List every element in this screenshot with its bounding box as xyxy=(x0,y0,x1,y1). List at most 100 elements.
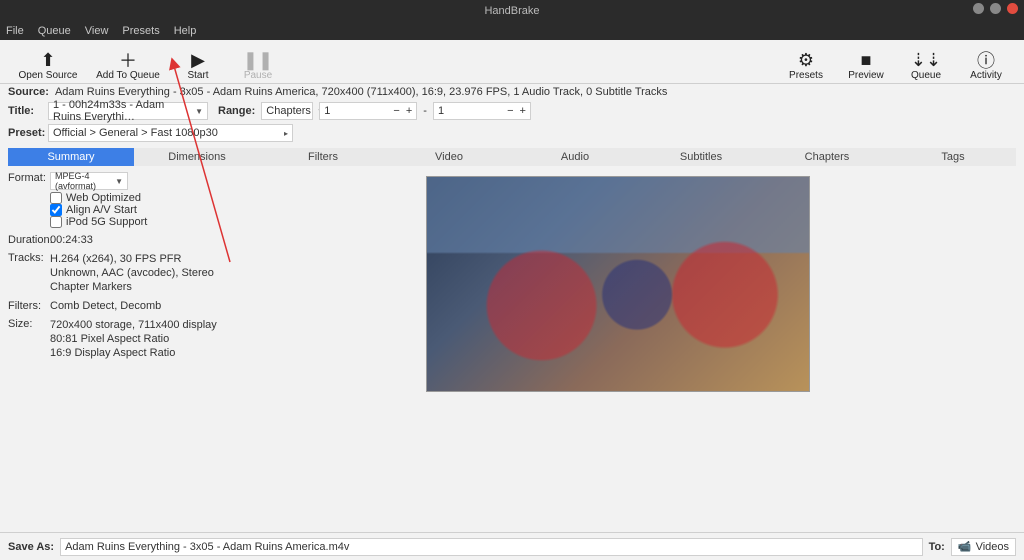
pause-icon: ❚❚ xyxy=(243,50,273,70)
tab-filters[interactable]: Filters xyxy=(260,148,386,166)
preset-dropdown[interactable]: Official > General > Fast 1080p30 ▸ xyxy=(48,124,293,142)
title-value: 1 - 00h24m33s - Adam Ruins Everythi… xyxy=(53,99,189,123)
activity-label: Activity xyxy=(970,70,1002,81)
destination-button[interactable]: 📹 Videos xyxy=(951,538,1016,556)
preview-thumbnail xyxy=(426,176,810,392)
track-line: H.264 (x264), 30 FPS PFR xyxy=(50,252,214,266)
camera-icon: 📹 xyxy=(958,540,972,553)
triangle-right-icon: ▸ xyxy=(284,129,288,138)
start-button[interactable]: ▶ Start xyxy=(168,41,228,81)
format-value: MPEG-4 (avformat) xyxy=(55,171,109,191)
tab-video[interactable]: Video xyxy=(386,148,512,166)
filters-value: Comb Detect, Decomb xyxy=(50,300,161,312)
filters-field: Filters: Comb Detect, Decomb xyxy=(8,300,418,312)
tab-summary[interactable]: Summary xyxy=(8,148,134,166)
menu-file[interactable]: File xyxy=(6,25,24,37)
close-button[interactable] xyxy=(1007,3,1018,14)
size-line: 720x400 storage, 711x400 display xyxy=(50,318,217,332)
duration-value: 00:24:33 xyxy=(50,234,93,246)
range-to-value: 1 xyxy=(438,105,444,117)
start-label: Start xyxy=(187,70,208,81)
presets-label: Presets xyxy=(789,70,823,81)
ipod-checkbox[interactable]: iPod 5G Support xyxy=(50,216,147,228)
align-av-label: Align A/V Start xyxy=(66,204,137,216)
menu-presets[interactable]: Presets xyxy=(122,25,159,37)
title-label: Title: xyxy=(8,105,42,117)
open-source-button[interactable]: ⬆ Open Source xyxy=(8,41,88,81)
minimize-button[interactable] xyxy=(973,3,984,14)
tracks-value: H.264 (x264), 30 FPS PFR Unknown, AAC (a… xyxy=(50,252,214,294)
title-dropdown[interactable]: 1 - 00h24m33s - Adam Ruins Everythi… ▼ xyxy=(48,102,208,120)
source-label: Source: xyxy=(8,86,49,98)
saveas-input[interactable]: Adam Ruins Everything - 3x05 - Adam Ruin… xyxy=(60,538,923,556)
to-label: To: xyxy=(929,541,945,553)
plus-icon[interactable]: + xyxy=(406,105,412,117)
tab-dimensions[interactable]: Dimensions xyxy=(134,148,260,166)
chevron-down-icon: ▼ xyxy=(189,107,203,116)
tab-tags[interactable]: Tags xyxy=(890,148,1016,166)
menubar: File Queue View Presets Help xyxy=(0,22,1024,40)
tab-chapters[interactable]: Chapters xyxy=(764,148,890,166)
track-line: Unknown, AAC (avcodec), Stereo xyxy=(50,266,214,280)
saveas-label: Save As: xyxy=(8,541,54,553)
preset-label: Preset: xyxy=(8,127,42,139)
open-source-label: Open Source xyxy=(19,70,78,81)
format-label: Format: xyxy=(8,172,50,184)
range-to-input[interactable]: 1 −+ xyxy=(433,102,531,120)
align-av-checkbox[interactable]: Align A/V Start xyxy=(50,204,147,216)
maximize-button[interactable] xyxy=(990,3,1001,14)
source-value: Adam Ruins Everything - 3x05 - Adam Ruin… xyxy=(55,86,667,98)
summary-panel: Format: MPEG-4 (avformat) ▼ Web Optimize… xyxy=(0,172,1024,392)
window-title: HandBrake xyxy=(0,5,1024,17)
tab-subtitles[interactable]: Subtitles xyxy=(638,148,764,166)
range-label: Range: xyxy=(218,105,255,117)
format-dropdown[interactable]: MPEG-4 (avformat) ▼ xyxy=(50,172,128,190)
size-line: 80:81 Pixel Aspect Ratio xyxy=(50,332,217,346)
plus-icon[interactable]: + xyxy=(520,105,526,117)
preset-row: Preset: Official > General > Fast 1080p3… xyxy=(0,122,1024,144)
range-mode-value: Chapters xyxy=(266,105,311,117)
minus-icon[interactable]: − xyxy=(393,105,399,117)
range-mode-dropdown[interactable]: Chapters ▼ xyxy=(261,102,313,120)
menu-help[interactable]: Help xyxy=(174,25,197,37)
preview-label: Preview xyxy=(848,70,884,81)
preset-value: Official > General > Fast 1080p30 xyxy=(53,127,218,139)
preview-button[interactable]: ■ Preview xyxy=(836,41,896,81)
menu-view[interactable]: View xyxy=(85,25,109,37)
info-icon: ⓘ xyxy=(977,50,995,70)
destination-value: Videos xyxy=(976,541,1009,553)
tracks-label: Tracks: xyxy=(8,252,50,264)
web-optimized-label: Web Optimized xyxy=(66,192,141,204)
minus-icon[interactable]: − xyxy=(507,105,513,117)
tab-bar: Summary Dimensions Filters Video Audio S… xyxy=(8,148,1016,166)
range-from-value: 1 xyxy=(324,105,330,117)
activity-button[interactable]: ⓘ Activity xyxy=(956,41,1016,81)
presets-button[interactable]: ⚙ Presets xyxy=(776,41,836,81)
tab-audio[interactable]: Audio xyxy=(512,148,638,166)
queue-button[interactable]: ⇣⇣ Queue xyxy=(896,41,956,81)
queue-label: Queue xyxy=(911,70,941,81)
format-field: Format: MPEG-4 (avformat) ▼ Web Optimize… xyxy=(8,172,418,228)
add-to-queue-label: Add To Queue xyxy=(96,70,160,81)
upload-icon: ⬆ xyxy=(40,50,55,70)
track-line: Chapter Markers xyxy=(50,280,214,294)
range-sep: - xyxy=(423,105,427,117)
ipod-label: iPod 5G Support xyxy=(66,216,147,228)
filters-label: Filters: xyxy=(8,300,50,312)
duration-field: Duration: 00:24:33 xyxy=(8,234,418,246)
pause-button: ❚❚ Pause xyxy=(228,41,288,81)
queue-icon: ⇣⇣ xyxy=(911,50,941,70)
tracks-field: Tracks: H.264 (x264), 30 FPS PFR Unknown… xyxy=(8,252,418,294)
add-to-queue-button[interactable]: ＋ Add To Queue xyxy=(88,41,168,81)
titlebar: HandBrake xyxy=(0,0,1024,22)
size-label: Size: xyxy=(8,318,50,330)
range-from-input[interactable]: 1 −+ xyxy=(319,102,417,120)
menu-queue[interactable]: Queue xyxy=(38,25,71,37)
size-line: 16:9 Display Aspect Ratio xyxy=(50,346,217,360)
duration-label: Duration: xyxy=(8,234,50,246)
window-controls xyxy=(973,3,1018,14)
saveas-value: Adam Ruins Everything - 3x05 - Adam Ruin… xyxy=(65,541,349,553)
web-optimized-checkbox[interactable]: Web Optimized xyxy=(50,192,147,204)
save-bar: Save As: Adam Ruins Everything - 3x05 - … xyxy=(0,532,1024,560)
size-value: 720x400 storage, 711x400 display 80:81 P… xyxy=(50,318,217,360)
